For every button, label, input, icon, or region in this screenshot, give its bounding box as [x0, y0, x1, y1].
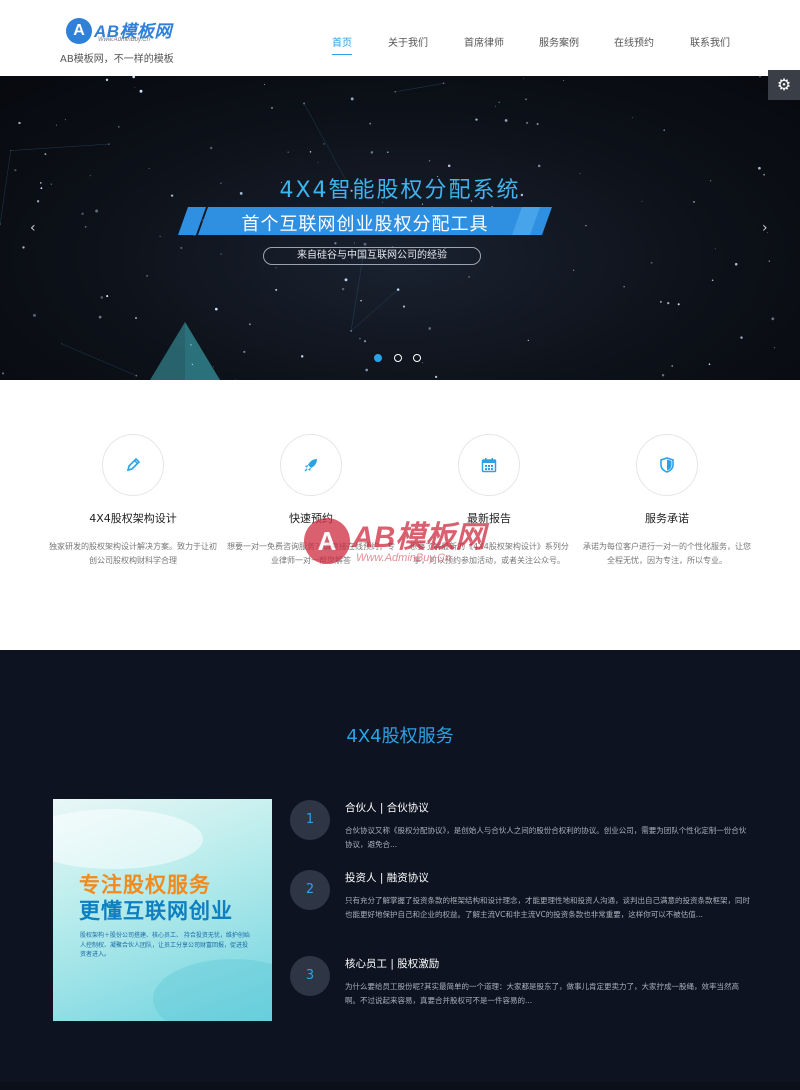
banner-subtitle: 来自硅谷与中国互联网公司的经验: [263, 247, 481, 265]
nav-contact[interactable]: 联系我们: [690, 34, 730, 49]
banner-title: 4X4智能股权分配系统: [279, 178, 521, 203]
poster-headline-2: 更懂互联网创业: [79, 899, 233, 923]
services-title: 4X4股权服务: [346, 726, 454, 747]
site-logo[interactable]: A AB模板网 Www.AdminBuy.Cn: [66, 16, 186, 46]
hero-banner: 4X4智能股权分配系统 首个互联网创业股权分配工具 来自硅谷与中国互联网公司的经…: [0, 76, 800, 380]
feature-icon-circle: [458, 434, 520, 496]
site-slogan: AB模板网，不一样的模板: [60, 54, 174, 65]
feature-card[interactable]: 4X4股权架构设计 独家研发的股权架构设计解决方案。致力于让初创公司股权构财科学…: [38, 434, 228, 568]
logo-url: Www.AdminBuy.Cn: [98, 37, 150, 43]
service-desc: 只有充分了解掌握了投资条款的框架结构和设计理念，才能更理性地和投资人沟通，谈判出…: [345, 896, 750, 919]
service-number: 3: [290, 956, 330, 996]
features-section: 4X4股权架构设计 独家研发的股权架构设计解决方案。致力于让初创公司股权构财科学…: [0, 380, 800, 650]
banner-next-arrow[interactable]: ›: [762, 220, 768, 236]
banner-ribbon: 首个互联网创业股权分配工具: [178, 207, 552, 235]
watermark-url: Www.AdminBuy.Cn: [356, 552, 452, 564]
service-number: 1: [290, 800, 330, 840]
service-title: 核心员工 | 股权激励: [345, 958, 440, 970]
slider-dot-1[interactable]: [374, 354, 382, 362]
nav-active-indicator: [332, 54, 352, 55]
poster-smalltext: 股权架构＋股份公司搭建、核心员工、 持合投资无忧，维护创始人控制权、凝聚合伙人团…: [80, 932, 250, 958]
feature-title: 服务承诺: [645, 512, 689, 525]
nav-lawyer[interactable]: 首席律师: [464, 34, 504, 49]
services-section: 4X4股权服务 专注股权服务 更懂互联网创业 股权架构＋股份公司搭建、核心员工、…: [0, 650, 800, 1090]
logo-mark: A: [66, 18, 92, 44]
gear-icon: ⚙: [776, 75, 792, 94]
site-header: A AB模板网 Www.AdminBuy.Cn AB模板网，不一样的模板 首页 …: [0, 0, 800, 76]
nav-about[interactable]: 关于我们: [388, 34, 428, 49]
calendar-icon: [481, 458, 497, 473]
service-desc: 合伙协议又称《股权分配协议》，是创始人与合伙人之间的股份合权利的协议。创业公司，…: [345, 826, 747, 849]
services-poster-image: 专注股权服务 更懂互联网创业 股权架构＋股份公司搭建、核心员工、 持合投资无忧，…: [53, 799, 272, 1021]
feature-title: 4X4股权架构设计: [89, 512, 177, 525]
settings-tab[interactable]: ⚙: [768, 70, 800, 100]
service-number: 2: [290, 870, 330, 910]
feature-icon-circle: [636, 434, 698, 496]
feature-icon-circle: [280, 434, 342, 496]
service-desc: 为什么要给员工股份呢?其实最简单的一个道理：大家都是股东了，做事儿肯定更卖力了，…: [345, 982, 739, 1005]
feature-desc: 独家研发的股权架构设计解决方案。致力于让初创公司股权构财科学合理: [49, 542, 217, 565]
watermark-mark: A: [304, 518, 350, 564]
shield-icon: [660, 457, 674, 473]
service-title: 投资人 | 融资协议: [345, 872, 429, 884]
nav-cases[interactable]: 服务案例: [539, 34, 579, 49]
pencil-icon: [126, 457, 141, 472]
watermark-text: AB模板网: [352, 521, 486, 554]
slider-dot-3[interactable]: [413, 354, 421, 362]
feature-desc: 承诺为每位客户进行一对一的个性化服务，让您全程无忧，因为专注，所以专业。: [583, 542, 751, 565]
slider-dot-2[interactable]: [394, 354, 402, 362]
service-title: 合伙人 | 合伙协议: [345, 802, 429, 814]
watermark-logo: A AB模板网 Www.AdminBuy.Cn: [302, 512, 532, 582]
feature-card[interactable]: 服务承诺 承诺为每位客户进行一对一的个性化服务，让您全程无忧，因为专注，所以专业…: [572, 434, 762, 568]
footer-strip: [0, 1082, 800, 1090]
banner-ribbon-text: 首个互联网创业股权分配工具: [241, 214, 489, 235]
rocket-icon: [304, 459, 317, 472]
nav-booking[interactable]: 在线预约: [614, 34, 654, 49]
banner-prev-arrow[interactable]: ‹: [30, 220, 36, 236]
feature-icon-circle: [102, 434, 164, 496]
nav-home[interactable]: 首页: [332, 34, 352, 49]
